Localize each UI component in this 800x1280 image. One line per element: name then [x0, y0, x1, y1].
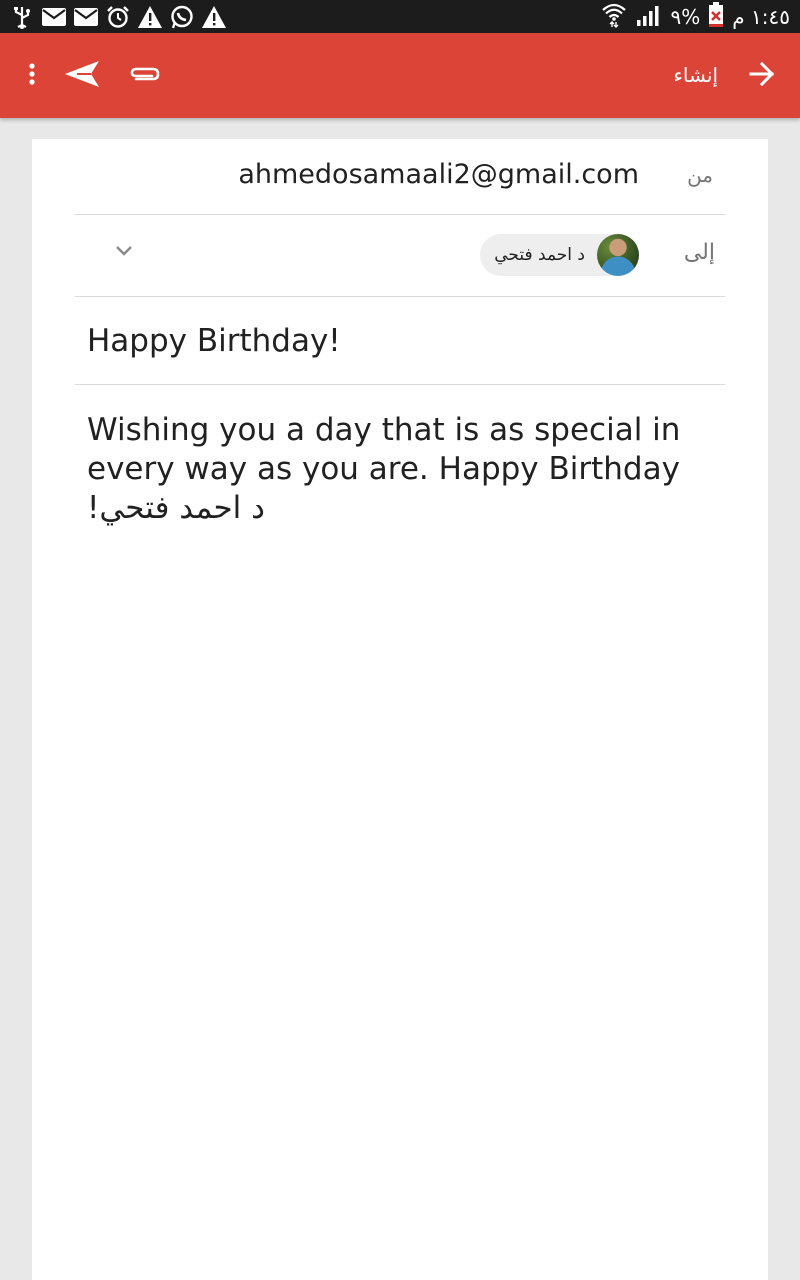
battery-percent: ٩%: [670, 5, 701, 29]
arrow-icon: [749, 61, 775, 91]
wifi-icon: [601, 2, 627, 32]
compose-card: من ahmedosamaali2@gmail.com إلى د احمد ف…: [32, 139, 768, 1280]
page-title: إنشاء: [673, 63, 718, 87]
battery-icon: [708, 2, 724, 32]
subject-row[interactable]: Happy Birthday!: [75, 296, 725, 385]
alarm-icon: [106, 5, 130, 29]
attach-button[interactable]: [124, 33, 164, 118]
body-field[interactable]: Wishing you a day that is as special in …: [87, 411, 687, 528]
mail-icon: [42, 5, 66, 29]
paperclip-icon: [128, 64, 160, 88]
expand-recipients-button[interactable]: [113, 240, 135, 262]
to-row[interactable]: إلى د احمد فتحي: [75, 214, 725, 297]
to-label: إلى: [683, 240, 715, 265]
back-button[interactable]: [740, 33, 784, 118]
system-status: ٩% ١:٤٥ م: [601, 2, 790, 32]
send-icon: [65, 60, 99, 91]
recipient-chip[interactable]: د احمد فتحي: [480, 234, 639, 276]
from-row[interactable]: من ahmedosamaali2@gmail.com: [75, 139, 725, 215]
clock: ١:٤٥ م: [732, 5, 790, 29]
usb-icon: [10, 5, 34, 29]
mail-icon: [74, 5, 98, 29]
signal-icon: [635, 3, 663, 31]
body-text-rtl: د احمد فتحي!: [87, 490, 265, 526]
subject-field[interactable]: Happy Birthday!: [87, 323, 341, 359]
more-options-button[interactable]: [16, 33, 48, 118]
notification-icons: [10, 4, 226, 30]
status-bar: ٩% ١:٤٥ م: [0, 0, 800, 33]
recipient-name: د احمد فتحي: [494, 245, 585, 265]
from-account[interactable]: ahmedosamaali2@gmail.com: [238, 159, 639, 190]
more-vertical-icon: [28, 62, 36, 90]
avatar: [597, 234, 639, 276]
warning-icon: [138, 5, 162, 29]
app-bar: إنشاء: [0, 33, 800, 118]
chevron-down-icon: [115, 242, 133, 261]
body-text-ltr: Wishing you a day that is as special in …: [87, 412, 681, 487]
whatsapp-icon: [170, 5, 194, 29]
warning-icon: [202, 5, 226, 29]
from-label: من: [687, 163, 713, 187]
send-button[interactable]: [60, 33, 104, 118]
